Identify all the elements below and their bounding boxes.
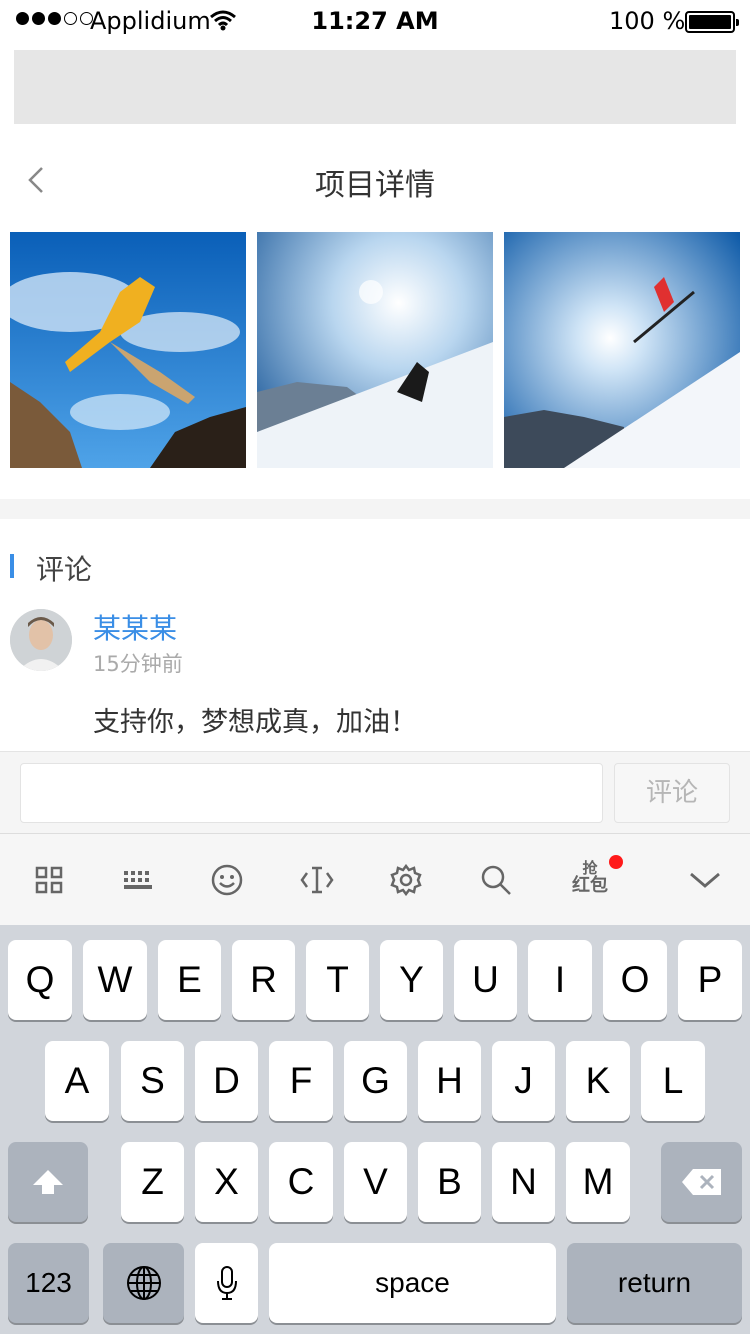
grid-icon[interactable] (29, 860, 69, 900)
key-a[interactable]: A (45, 1041, 109, 1121)
key-t[interactable]: T (306, 940, 369, 1020)
comment-username[interactable]: 某某某 (93, 607, 177, 647)
key-o[interactable]: O (603, 940, 667, 1020)
microphone-icon (216, 1266, 237, 1300)
key-s[interactable]: S (121, 1041, 184, 1121)
comment-input-bar: 评论 (0, 751, 750, 833)
key-q[interactable]: Q (8, 940, 72, 1020)
project-photo-3[interactable] (504, 232, 740, 468)
return-key[interactable]: return (567, 1243, 742, 1323)
key-x[interactable]: X (195, 1142, 258, 1222)
microphone-key[interactable] (195, 1243, 258, 1323)
globe-icon (126, 1266, 161, 1300)
space-key[interactable]: space (269, 1243, 556, 1323)
project-photo-2[interactable] (257, 232, 493, 468)
key-r[interactable]: R (232, 940, 295, 1020)
backspace-icon (681, 1169, 721, 1195)
battery-percentage: 100 % (609, 7, 686, 35)
key-c[interactable]: C (269, 1142, 333, 1222)
navigation-bar: 项目详情 (0, 140, 750, 220)
key-j[interactable]: J (492, 1041, 555, 1121)
globe-key[interactable] (103, 1243, 184, 1323)
gear-icon[interactable] (386, 860, 426, 900)
key-d[interactable]: D (195, 1041, 258, 1121)
key-p[interactable]: P (678, 940, 742, 1020)
key-f[interactable]: F (269, 1041, 333, 1121)
key-e[interactable]: E (158, 940, 221, 1020)
screen: Applidium 11:27 AM 100 % 项目详情 评论 某某某 15分… (0, 0, 750, 1334)
shift-key[interactable] (8, 1142, 88, 1222)
page-title: 项目详情 (315, 168, 435, 203)
backspace-key[interactable] (661, 1142, 742, 1222)
section-accent-bar (10, 554, 14, 578)
key-z[interactable]: Z (121, 1142, 184, 1222)
text-cursor-icon[interactable] (297, 860, 337, 900)
comment-timestamp: 15分钟前 (93, 652, 183, 676)
key-h[interactable]: H (418, 1041, 481, 1121)
red-packet-label-line2: 红包 (572, 875, 608, 896)
keyboard-icon[interactable] (118, 860, 158, 900)
search-icon[interactable] (476, 860, 516, 900)
project-photo-gallery (0, 232, 750, 468)
submit-comment-button[interactable]: 评论 (614, 763, 730, 823)
red-packet-icon[interactable]: 抢 红包 (570, 860, 610, 900)
status-bar: Applidium 11:27 AM 100 % (0, 0, 750, 42)
notification-dot (609, 855, 623, 869)
key-m[interactable]: M (566, 1142, 630, 1222)
keyboard-toolbar: 抢 红包 (0, 833, 750, 925)
key-b[interactable]: B (418, 1142, 481, 1222)
emoji-icon[interactable] (207, 860, 247, 900)
comments-section-title: 评论 (36, 553, 93, 586)
comment-input[interactable] (20, 763, 603, 823)
key-i[interactable]: I (528, 940, 592, 1020)
battery-icon (685, 11, 739, 33)
key-l[interactable]: L (641, 1041, 705, 1121)
key-k[interactable]: K (566, 1041, 630, 1121)
key-u[interactable]: U (454, 940, 517, 1020)
key-w[interactable]: W (83, 940, 147, 1020)
comment-body: 支持你，梦想成真，加油！ (93, 707, 417, 738)
key-v[interactable]: V (344, 1142, 407, 1222)
key-n[interactable]: N (492, 1142, 555, 1222)
project-photo-1[interactable] (10, 232, 246, 468)
key-g[interactable]: G (344, 1041, 407, 1121)
chevron-down-icon[interactable] (685, 860, 725, 900)
avatar[interactable] (10, 609, 72, 671)
banner-placeholder (14, 50, 736, 124)
section-divider (0, 499, 750, 519)
system-keyboard: Q W E R T Y U I O P A S D F G H J K L Z … (0, 925, 750, 1334)
numbers-key[interactable]: 123 (8, 1243, 89, 1323)
shift-arrow-icon (33, 1170, 63, 1194)
key-y[interactable]: Y (380, 940, 443, 1020)
